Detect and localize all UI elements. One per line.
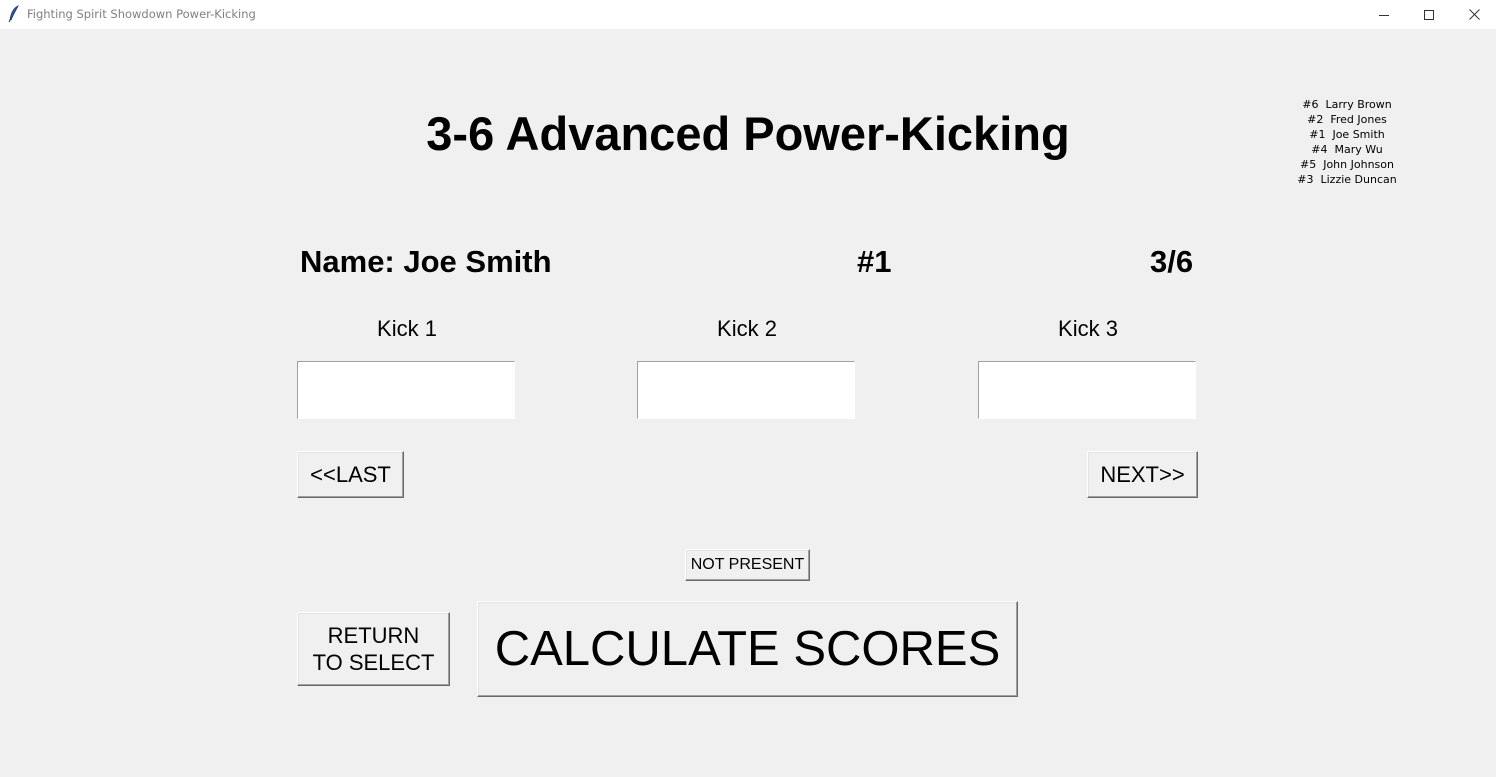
- roster-item: #4 Mary Wu: [1311, 143, 1383, 156]
- return-button-line-1: RETURN: [327, 623, 420, 648]
- next-button[interactable]: NEXT>>: [1087, 451, 1198, 498]
- maximize-icon: [1424, 9, 1434, 20]
- roster-item: #3 Lizzie Duncan: [1297, 173, 1397, 186]
- roster-item: #5 John Johnson: [1300, 158, 1394, 171]
- kick-2-input[interactable]: [637, 361, 855, 419]
- kick-1-input[interactable]: [297, 361, 515, 419]
- window-title: Fighting Spirit Showdown Power-Kicking: [27, 7, 256, 21]
- roster-item: #1 Joe Smith: [1309, 128, 1385, 141]
- page-title: 3-6 Advanced Power-Kicking: [426, 107, 1070, 160]
- calculate-scores-button[interactable]: CALCULATE SCORES: [477, 601, 1018, 697]
- return-to-select-button[interactable]: RETURN TO SELECT: [297, 612, 450, 686]
- roster-item: #6 Larry Brown: [1302, 98, 1392, 111]
- not-present-button[interactable]: NOT PRESENT: [685, 549, 810, 581]
- kick-3-input[interactable]: [978, 361, 1196, 419]
- minimize-button[interactable]: [1361, 0, 1407, 29]
- feather-icon: [8, 5, 20, 23]
- window-titlebar: Fighting Spirit Showdown Power-Kicking: [0, 0, 1496, 30]
- maximize-button[interactable]: [1406, 0, 1452, 29]
- minimize-icon: [1379, 10, 1389, 20]
- close-icon: [1468, 9, 1480, 20]
- competitor-roster: #6 Larry Brown #2 Fred Jones #1 Joe Smit…: [1288, 97, 1406, 187]
- close-button[interactable]: [1451, 0, 1496, 29]
- last-button[interactable]: <<LAST: [297, 451, 404, 498]
- kick-1-label: Kick 1: [377, 316, 437, 341]
- kick-2-label: Kick 2: [717, 316, 777, 341]
- competitor-position: 3/6: [1150, 244, 1194, 279]
- roster-item: #2 Fred Jones: [1307, 113, 1387, 126]
- return-button-line-2: TO SELECT: [312, 650, 435, 675]
- competitor-number: #1: [857, 244, 892, 279]
- competitor-name: Name: Joe Smith: [300, 244, 552, 279]
- kick-3-label: Kick 3: [1058, 316, 1118, 341]
